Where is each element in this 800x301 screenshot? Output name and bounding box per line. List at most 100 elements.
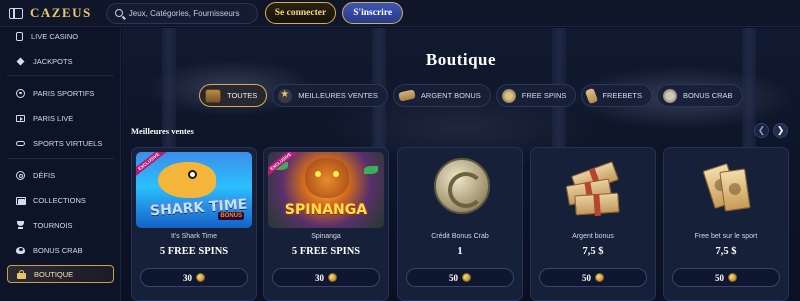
card-reward: 7,5 $ [582,246,604,257]
bear-artwork [305,158,349,198]
crab-icon [16,246,25,255]
search-icon [114,9,123,17]
product-card[interactable]: SPINANGA EXCLUSIVE Spinanga 5 FREE SPINS… [263,147,389,301]
card-name: Spinanga [311,233,341,240]
ball-icon [16,88,25,98]
sidebar-divider [7,75,114,76]
buy-button[interactable]: 50 [539,268,647,287]
product-card[interactable]: SHARK TIME BONUS EXCLUSIVE It's Shark Ti… [131,147,257,301]
site-logo[interactable]: CAZEUS [30,5,92,21]
buy-button[interactable]: 30 [140,268,248,287]
page-title: Boutique [425,50,497,69]
card-reward: 7,5 $ [715,246,737,257]
tab-label: ARGENT BONUS [420,91,481,100]
tab-meilleures-ventes[interactable]: MEILLEURES VENTES [272,84,388,107]
chest-icon [205,88,221,103]
sidebar-divider [7,158,114,159]
sidebar-item-defis[interactable]: DÉFIS [7,166,114,184]
sidebar-item-jackpots[interactable]: JACKPOTS [7,52,114,70]
tab-label: MEILLEURES VENTES [298,91,378,100]
tab-label: TOUTES [227,91,258,100]
game-thumbnail[interactable]: SPINANGA EXCLUSIVE [268,152,384,228]
main-content: Boutique TOUTES MEILLEURES VENTES ARGENT… [122,28,800,301]
sidebar-item-label: JACKPOTS [33,56,73,66]
tablet-icon [16,31,23,41]
card-reward: 1 [457,246,463,257]
leaf-decoration [364,166,378,174]
signup-button[interactable]: S'inscrire [342,2,404,24]
section-title: Meilleures ventes [131,126,194,136]
layers-icon [16,196,26,205]
search-input[interactable] [128,8,257,18]
product-image [668,152,784,228]
shopping-bag-icon [17,269,26,279]
tab-freebets[interactable]: FREEBETS [581,84,652,107]
login-button[interactable]: Se connecter [264,2,337,24]
sidebar-item-label: TOURNOIS [33,220,73,230]
sidebar-item-tournois[interactable]: TOURNOIS [7,216,114,234]
sidebar-item-paris-live[interactable]: PARIS LIVE [7,109,114,127]
sidebar-item-label: DÉFIS [33,170,56,180]
target-icon [16,170,25,180]
sidebar-item-boutique[interactable]: BOUTIQUE [7,265,114,283]
coin-icon [501,88,516,103]
coin-icon [462,273,471,282]
sidebar-item-label: LIVE CASINO [31,31,79,41]
sidebar-item-sports-virtuels[interactable]: SPORTS VIRTUELS [7,134,114,152]
product-card[interactable]: Free bet sur le sport 7,5 $ 50 [663,147,789,301]
product-image [402,152,518,228]
crab-coin-icon [662,88,677,103]
sidebar-item-paris-sportifs[interactable]: PARIS SPORTIFS [7,84,114,102]
tab-argent-bonus[interactable]: ARGENT BONUS [392,84,491,107]
game-thumbnail[interactable]: SHARK TIME BONUS EXCLUSIVE [136,152,252,228]
product-image [535,152,651,228]
card-reward: 5 FREE SPINS [291,246,361,257]
carousel-next-button[interactable]: ❯ [773,123,788,138]
sidebar-item-bonus-crab[interactable]: BONUS CRAB [7,241,114,259]
sidebar-item-label: BOUTIQUE [34,269,74,279]
card-name: It's Shark Time [170,233,218,240]
sidebar-item-label: SPORTS VIRTUELS [33,138,103,148]
trophy-icon [16,220,25,230]
tab-toutes[interactable]: TOUTES [199,84,268,107]
sidebar-item-live-casino[interactable]: LIVE CASINO [7,27,114,45]
shark-artwork [158,162,216,198]
banknote-icon [574,192,620,216]
star-icon [278,88,293,103]
ticket-icon [719,168,751,212]
sidebar-item-collections[interactable]: COLLECTIONS [7,191,114,209]
chevron-right-icon: ❯ [776,125,785,135]
search-box[interactable] [105,2,258,24]
card-name: Argent bonus [572,233,614,240]
price-value: 50 [449,272,458,283]
buy-button[interactable]: 50 [672,268,780,287]
gamepad-icon [16,139,25,148]
price-value: 50 [715,272,724,283]
tab-label: FREEBETS [602,91,642,100]
product-card[interactable]: Argent bonus 7,5 $ 50 [530,147,656,301]
buy-button[interactable]: 50 [406,268,514,287]
carousel-prev-button[interactable]: ❮ [754,123,769,138]
sidebar-toggle-icon[interactable] [9,7,23,19]
tab-free-spins[interactable]: FREE SPINS [495,84,577,107]
sidebar-item-label: PARIS LIVE [33,113,74,123]
tab-label: FREE SPINS [521,91,567,100]
price-value: 30 [183,272,192,283]
crab-coin-icon [434,158,490,214]
top-bar: CAZEUS Se connecter S'inscrire [0,0,800,27]
card-name: Free bet sur le sport [694,233,758,240]
ticket-icon [585,87,599,104]
diamond-icon [16,57,25,66]
sidebar-item-label: COLLECTIONS [33,195,86,205]
coin-icon [328,273,337,282]
product-card[interactable]: Crédit Bonus Crab 1 50 [397,147,523,301]
coin-icon [196,273,205,282]
game-art-title: SPINANGA [284,202,368,218]
tab-bonus-crab[interactable]: BONUS CRAB [656,84,743,107]
price-value: 50 [582,272,591,283]
sidebar-item-label: BONUS CRAB [33,245,83,255]
buy-button[interactable]: 30 [272,268,380,287]
category-tabs: TOUTES MEILLEURES VENTES ARGENT BONUS FR… [199,84,748,107]
banknote-icon [398,89,416,102]
live-play-icon [16,114,25,123]
